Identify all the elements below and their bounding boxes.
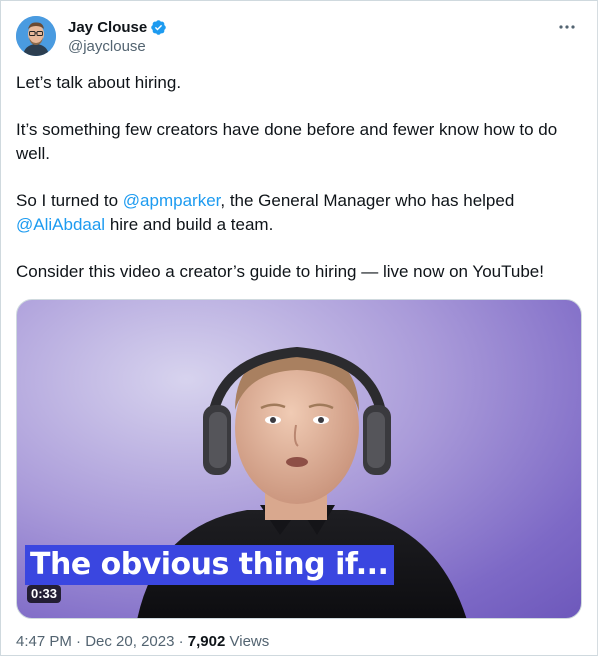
video-caption: The obvious thing if...: [25, 545, 395, 585]
tweet-time[interactable]: 4:47 PM: [16, 633, 72, 650]
tweet-text: Let’s talk about hiring. It’s something …: [16, 71, 586, 284]
meta-separator: ·: [174, 633, 188, 650]
avatar-photo-icon: [16, 16, 56, 56]
avatar[interactable]: [16, 16, 56, 56]
tweet-header: Jay Clouse @jayclouse: [16, 16, 582, 60]
tweet-card: Jay Clouse @jayclouse Let’s talk about h…: [0, 0, 598, 656]
views-label: Views: [225, 633, 270, 650]
tweet-paragraph-1: Let’s talk about hiring.: [16, 73, 182, 92]
tweet-paragraph-3: So I turned to @apmparker, the General M…: [16, 189, 586, 237]
mention-apmparker[interactable]: @apmparker: [123, 191, 221, 210]
tweet-date[interactable]: Dec 20, 2023: [85, 633, 174, 650]
mention-aliabdaal[interactable]: @AliAbdaal: [16, 215, 105, 234]
author-handle[interactable]: @jayclouse: [68, 38, 167, 55]
views-count: 7,902: [187, 633, 226, 650]
verified-badge-icon[interactable]: [150, 19, 167, 36]
video-duration-badge: 0:33: [27, 585, 62, 603]
author-info: Jay Clouse @jayclouse: [68, 17, 167, 55]
meta-separator: ·: [71, 633, 86, 650]
tweet-text-segment: So I turned to: [16, 191, 123, 210]
tweet-text-segment: hire and build a team.: [105, 215, 274, 234]
tweet-paragraph-2: It’s something few creators have done be…: [16, 120, 558, 163]
author-display-name[interactable]: Jay Clouse: [68, 19, 147, 36]
tweet-text-segment: , the General Manager who has helped: [220, 191, 515, 210]
more-horizontal-icon: [559, 25, 575, 29]
tweet-paragraph-4: Consider this video a creator’s guide to…: [16, 262, 544, 281]
more-options-button[interactable]: [556, 20, 578, 34]
tweet-meta: 4:47 PM · Dec 20, 2023 · 7,902 Views: [16, 633, 269, 650]
video-player[interactable]: The obvious thing if... 0:33: [16, 299, 582, 619]
